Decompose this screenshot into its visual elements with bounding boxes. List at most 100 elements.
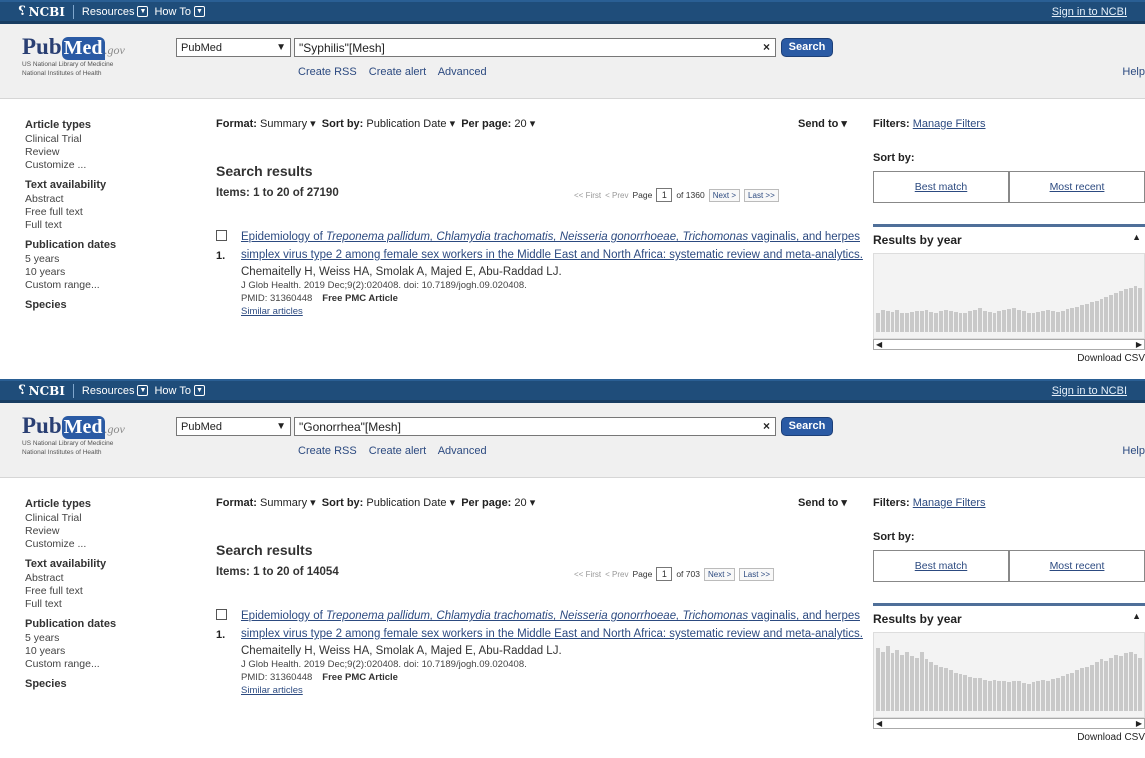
result-checkbox[interactable] [216,609,227,620]
create-alert-link[interactable]: Create alert [369,445,426,457]
year-bar[interactable] [939,311,944,332]
year-bar[interactable] [876,648,880,711]
best-match-button[interactable]: Best match [873,550,1009,582]
signin-link[interactable]: Sign in to NCBI [1052,6,1127,18]
year-bar[interactable] [1007,309,1012,332]
year-bar[interactable] [944,668,948,711]
clear-icon[interactable]: × [763,40,770,54]
year-bar[interactable] [978,678,982,711]
sidebar-filter-link[interactable]: Free full text [25,585,185,598]
page-number-input[interactable]: 1 [656,567,673,581]
next-page-button[interactable]: Next > [703,567,736,581]
search-input[interactable]: "Syphilis"[Mesh] × [294,38,776,57]
year-bar[interactable] [968,311,973,332]
year-bar[interactable] [1055,678,1060,711]
year-bar[interactable] [914,658,919,711]
year-bar[interactable] [1104,297,1109,332]
year-bar[interactable] [1099,659,1104,711]
year-bar[interactable] [1128,652,1133,711]
year-bar[interactable] [1114,293,1118,332]
year-bar[interactable] [890,312,895,332]
sidebar-filter-link[interactable]: Full text [25,598,185,611]
year-bar[interactable] [1060,676,1065,711]
year-bar[interactable] [1133,286,1138,332]
year-bar[interactable] [890,653,895,711]
year-bar[interactable] [1007,682,1012,711]
year-bar[interactable] [929,662,934,711]
advanced-link[interactable]: Advanced [438,445,487,457]
year-bar[interactable] [1031,313,1036,332]
sidebar-filter-link[interactable]: Abstract [25,193,185,206]
year-bar[interactable] [1109,295,1114,332]
year-bar[interactable] [880,652,885,711]
help-link[interactable]: Help [1122,66,1145,78]
results-by-year-chart[interactable] [873,632,1145,718]
similar-articles-link[interactable]: Similar articles [241,685,866,696]
year-bar[interactable] [992,680,997,711]
year-bar[interactable] [885,646,890,711]
ncbi-logo[interactable]: ⸮ NCBI [18,4,65,19]
year-bar[interactable] [1026,313,1031,332]
create-rss-link[interactable]: Create RSS [298,66,357,78]
collapse-icon[interactable]: ▲ [1132,611,1141,621]
create-alert-link[interactable]: Create alert [369,66,426,78]
year-bar[interactable] [987,681,992,711]
year-bar[interactable] [895,650,900,711]
year-bar[interactable] [953,673,958,711]
year-bar[interactable] [1075,307,1080,332]
prev-page-link[interactable]: < Prev [605,191,628,200]
year-bar[interactable] [958,313,963,332]
year-bar[interactable] [1012,681,1016,711]
sidebar-filter-link[interactable]: Clinical Trial [25,512,185,525]
advanced-link[interactable]: Advanced [438,66,487,78]
chart-scrollbar[interactable]: ◀ ▶ [873,718,1145,729]
year-bar[interactable] [1118,291,1123,332]
year-bar[interactable] [1065,674,1070,711]
year-bar[interactable] [997,681,1002,711]
sidebar-filter-link[interactable]: Free full text [25,206,185,219]
year-bar[interactable] [905,652,910,711]
year-bar[interactable] [924,659,929,711]
send-to-menu[interactable]: Send to ▾ [798,117,847,130]
year-bar[interactable] [1016,310,1021,332]
year-bar[interactable] [1002,681,1007,711]
year-bar[interactable] [982,311,987,332]
howto-menu[interactable]: How To ▼ [154,6,205,18]
sidebar-filter-link[interactable]: Full text [25,219,185,232]
display-settings[interactable]: Format: Summary ▾ Sort by: Publication D… [216,496,535,509]
year-bar[interactable] [929,312,934,332]
result-checkbox[interactable] [216,230,227,241]
collapse-icon[interactable]: ▲ [1132,232,1141,242]
scroll-left-icon[interactable]: ◀ [876,719,882,728]
year-bar[interactable] [1036,681,1041,711]
year-bar[interactable] [944,310,948,332]
year-bar[interactable] [1084,304,1089,332]
year-bar[interactable] [1123,653,1128,711]
database-select[interactable]: PubMed ▼ [176,417,291,436]
ncbi-logo[interactable]: ⸮ NCBI [18,383,65,398]
manage-filters-link[interactable]: Manage Filters [913,497,986,509]
year-bar[interactable] [948,311,953,332]
year-bar[interactable] [982,680,987,711]
best-match-button[interactable]: Best match [873,171,1009,203]
year-bar[interactable] [963,313,968,332]
scroll-left-icon[interactable]: ◀ [876,340,882,349]
year-bar[interactable] [1104,661,1109,711]
year-bar[interactable] [1055,312,1060,332]
year-bar[interactable] [1094,301,1099,332]
sidebar-filter-link[interactable]: 10 years [25,645,185,658]
year-bar[interactable] [973,678,978,711]
year-bar[interactable] [978,308,982,332]
year-bar[interactable] [1080,668,1084,711]
year-bar[interactable] [885,311,890,332]
year-bar[interactable] [914,311,919,332]
search-button[interactable]: Search [781,38,833,57]
year-bar[interactable] [1138,288,1143,332]
sidebar-filter-link[interactable]: Review [25,146,185,159]
year-bar[interactable] [1041,680,1046,711]
year-bar[interactable] [1070,673,1075,711]
year-bar[interactable] [876,313,880,332]
year-bar[interactable] [880,310,885,332]
year-bar[interactable] [939,667,944,711]
year-bar[interactable] [919,311,924,332]
